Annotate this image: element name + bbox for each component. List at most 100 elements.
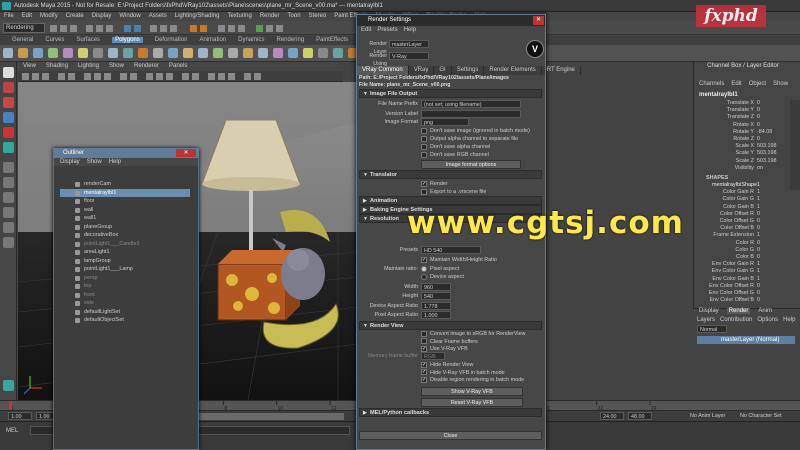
paint-select-icon[interactable]	[3, 97, 14, 108]
shelf-tool-icon[interactable]	[183, 48, 193, 58]
channel-attribute[interactable]: Color Offset B0	[696, 225, 792, 232]
side-tabs[interactable]	[790, 100, 800, 190]
layer-tab-render[interactable]: Render	[726, 308, 751, 314]
select-tool-icon[interactable]	[3, 67, 14, 78]
layer-menu-contribution[interactable]: Contribution	[720, 317, 752, 323]
shelf-tool-icon[interactable]	[273, 48, 283, 58]
channel-attribute[interactable]: Env Color Gain B1	[696, 276, 792, 283]
shelf-tool-icon[interactable]	[93, 48, 103, 58]
layout-graph-icon[interactable]	[3, 222, 14, 233]
outliner-item[interactable]: areaLight1	[60, 248, 190, 257]
device-aspect-ratio-input[interactable]: 1.778	[421, 302, 451, 310]
attribute-value[interactable]: 0	[757, 100, 760, 106]
maintain-ratio-checkbox[interactable]: ✓ Maintain Width/Height Ratio	[421, 256, 497, 264]
outliner-item[interactable]: persp	[60, 274, 190, 283]
viewport-menu-panels[interactable]: Panels	[169, 63, 187, 69]
render-view-section[interactable]: ▼ Render View	[359, 321, 542, 330]
channel-attribute[interactable]: Scale Y 503.198	[696, 150, 792, 157]
checkbox-row[interactable]: Output alpha channel to separate file	[421, 135, 518, 143]
attribute-value[interactable]: 0	[757, 290, 760, 296]
attribute-value[interactable]: -84.08	[757, 129, 772, 135]
layout-four-icon[interactable]	[3, 177, 14, 188]
menu-texturing[interactable]: Texturing	[227, 13, 251, 19]
outliner-item[interactable]: lampGroup	[60, 257, 190, 266]
anim-layer-label[interactable]: No Anim Layer	[690, 412, 725, 421]
pixel-aspect-radio[interactable]: Pixel aspect	[421, 265, 459, 273]
attribute-value[interactable]: 1	[757, 276, 760, 282]
outliner-item[interactable]: front	[60, 291, 190, 300]
outliner-item[interactable]: renderCam	[60, 180, 190, 189]
shelf-tool-icon[interactable]	[33, 48, 43, 58]
render-settings-close-button[interactable]: ✕	[533, 16, 544, 25]
shelf-tab-dynamics[interactable]: Dynamics	[238, 37, 264, 43]
menu-stereo[interactable]: Stereo	[309, 13, 327, 19]
channel-attribute[interactable]: Color Offset G0	[696, 218, 792, 225]
outliner-item[interactable]: pointLight1___Lamp	[60, 265, 190, 274]
shelf-tool-icon[interactable]	[123, 48, 133, 58]
outliner-item[interactable]: top	[60, 282, 190, 291]
channel-attribute[interactable]: Env Color Gain G1	[696, 268, 792, 275]
shelf-tool-icon[interactable]	[228, 48, 238, 58]
channel-menu-channels[interactable]: Channels	[699, 81, 724, 87]
menu-window[interactable]: Window	[119, 13, 140, 19]
outliner-item[interactable]: planeGroup	[60, 223, 190, 232]
attribute-value[interactable]: 0	[757, 225, 760, 231]
channel-attribute[interactable]: Translate X0	[696, 100, 792, 107]
checkbox-row[interactable]: ✓ Disable region rendering in batch mode	[421, 376, 524, 384]
shelf-tab-animation[interactable]: Animation	[199, 37, 226, 43]
layer-tab-display[interactable]: Display	[697, 308, 721, 314]
outliner-item[interactable]: wall1	[60, 214, 190, 223]
shelf-tool-icon[interactable]	[198, 48, 208, 58]
channel-attribute[interactable]: Rotate Y -84.08	[696, 129, 792, 136]
shelf-tool-icon[interactable]	[288, 48, 298, 58]
shelf-tool-icon[interactable]	[78, 48, 88, 58]
checkbox-row[interactable]: Don't save image (ignored in batch mode)	[421, 127, 530, 135]
menu-toon[interactable]: Toon	[288, 13, 301, 19]
layout-hypershade-icon[interactable]	[3, 237, 14, 248]
shelf-tab-polygons[interactable]: Polygons	[112, 37, 143, 43]
attribute-value[interactable]: 1	[757, 232, 760, 238]
shelf-tab-curves[interactable]: Curves	[45, 37, 64, 43]
attribute-value[interactable]: 503.198	[757, 158, 777, 164]
lasso-tool-icon[interactable]	[3, 82, 14, 93]
channel-attribute[interactable]: Color B0	[696, 254, 792, 261]
channel-attribute[interactable]: Color G0	[696, 247, 792, 254]
rs-tab-render-elements[interactable]: Render Elements	[484, 66, 542, 75]
range-end-field[interactable]: 48.00	[628, 412, 652, 420]
rs-tab-gi[interactable]: GI	[434, 66, 452, 75]
menu-display[interactable]: Display	[92, 13, 112, 19]
outliner-menu-show[interactable]: Show	[87, 159, 102, 165]
shelf-tool-icon[interactable]	[3, 48, 13, 58]
attribute-value[interactable]: 1	[757, 189, 760, 195]
outliner-item[interactable]: wall	[60, 206, 190, 215]
command-language-label[interactable]: MEL	[6, 427, 18, 435]
shelf-tool-icon[interactable]	[63, 48, 73, 58]
attribute-value[interactable]: 1	[757, 268, 760, 274]
image-format-options-button[interactable]: Image format options	[421, 160, 521, 169]
shelf-tab-surfaces[interactable]: Surfaces	[76, 37, 100, 43]
shelf-tool-icon[interactable]	[258, 48, 268, 58]
attribute-value[interactable]: 0	[757, 211, 760, 217]
layout-outliner-icon[interactable]	[3, 207, 14, 218]
attribute-value[interactable]: 0	[757, 247, 760, 253]
image-format-dropdown[interactable]: png	[421, 118, 469, 126]
render-using-dropdown[interactable]: V-Ray	[389, 52, 429, 60]
reset-vfb-button[interactable]: Reset V-Ray VFB	[421, 398, 523, 407]
channel-attribute[interactable]: Env Color Offset B0	[696, 297, 792, 304]
attribute-value[interactable]: 0	[757, 122, 760, 128]
file-name-prefix-input[interactable]: (not set; using filename)	[421, 100, 521, 108]
menu-render[interactable]: Render	[260, 13, 280, 19]
outliner-item[interactable]: floor	[60, 197, 190, 206]
channel-menu-edit[interactable]: Edit	[731, 81, 741, 87]
presets-dropdown[interactable]: HD 540	[421, 246, 481, 254]
menu-assets[interactable]: Assets	[149, 13, 167, 19]
shelf-tool-icon[interactable]	[48, 48, 58, 58]
attribute-value[interactable]: 1	[757, 261, 760, 267]
outliner-item[interactable]: decorativeBox	[60, 231, 190, 240]
mel-callbacks-section[interactable]: ▶ MEL/Python callbacks	[359, 408, 542, 417]
channel-attribute[interactable]: Translate Z0	[696, 114, 792, 121]
channel-attribute[interactable]: Rotate X0	[696, 122, 792, 129]
channel-attribute[interactable]: Rotate Z0	[696, 136, 792, 143]
menu-modify[interactable]: Modify	[40, 13, 58, 19]
attribute-value[interactable]: 0	[757, 297, 760, 303]
